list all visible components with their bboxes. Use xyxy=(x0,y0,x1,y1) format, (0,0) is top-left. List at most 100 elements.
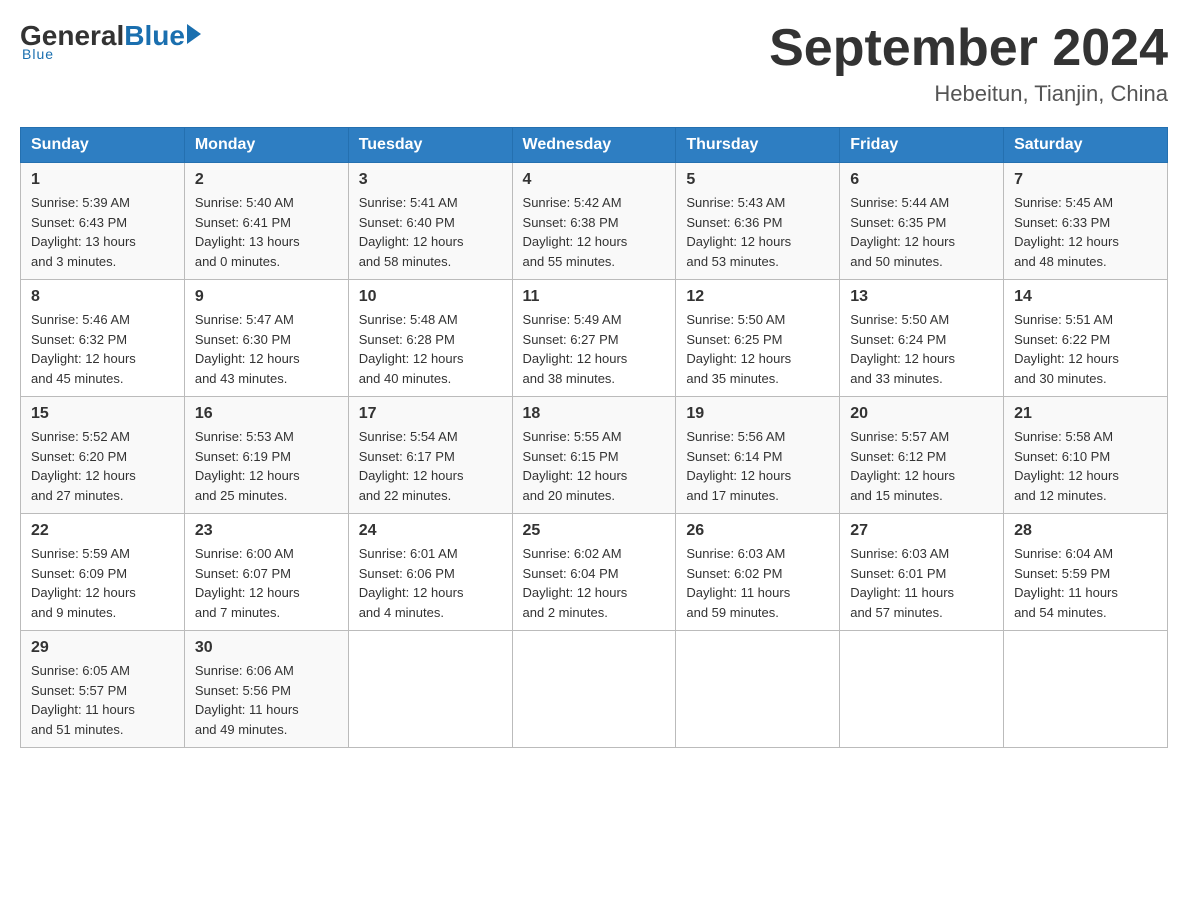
day-info: Sunrise: 5:50 AMSunset: 6:24 PMDaylight:… xyxy=(850,312,955,386)
day-info: Sunrise: 6:06 AMSunset: 5:56 PMDaylight:… xyxy=(195,663,299,737)
day-number: 12 xyxy=(686,288,829,306)
calendar-week-row: 22 Sunrise: 5:59 AMSunset: 6:09 PMDaylig… xyxy=(21,514,1168,631)
calendar-cell: 14 Sunrise: 5:51 AMSunset: 6:22 PMDaylig… xyxy=(1004,280,1168,397)
calendar-cell: 22 Sunrise: 5:59 AMSunset: 6:09 PMDaylig… xyxy=(21,514,185,631)
calendar-cell: 2 Sunrise: 5:40 AMSunset: 6:41 PMDayligh… xyxy=(184,163,348,280)
day-number: 11 xyxy=(523,288,666,306)
calendar-week-row: 15 Sunrise: 5:52 AMSunset: 6:20 PMDaylig… xyxy=(21,397,1168,514)
calendar-cell: 3 Sunrise: 5:41 AMSunset: 6:40 PMDayligh… xyxy=(348,163,512,280)
day-info: Sunrise: 5:52 AMSunset: 6:20 PMDaylight:… xyxy=(31,429,136,503)
day-number: 3 xyxy=(359,171,502,189)
col-header-monday: Monday xyxy=(184,128,348,163)
calendar-cell xyxy=(512,631,676,748)
title-block: September 2024 Hebeitun, Tianjin, China xyxy=(769,20,1168,107)
calendar-table: SundayMondayTuesdayWednesdayThursdayFrid… xyxy=(20,127,1168,748)
day-number: 28 xyxy=(1014,522,1157,540)
calendar-cell: 19 Sunrise: 5:56 AMSunset: 6:14 PMDaylig… xyxy=(676,397,840,514)
day-info: Sunrise: 6:03 AMSunset: 6:02 PMDaylight:… xyxy=(686,546,790,620)
calendar-cell xyxy=(840,631,1004,748)
calendar-cell: 4 Sunrise: 5:42 AMSunset: 6:38 PMDayligh… xyxy=(512,163,676,280)
day-info: Sunrise: 5:44 AMSunset: 6:35 PMDaylight:… xyxy=(850,195,955,269)
calendar-cell: 24 Sunrise: 6:01 AMSunset: 6:06 PMDaylig… xyxy=(348,514,512,631)
col-header-wednesday: Wednesday xyxy=(512,128,676,163)
calendar-cell: 16 Sunrise: 5:53 AMSunset: 6:19 PMDaylig… xyxy=(184,397,348,514)
calendar-cell: 8 Sunrise: 5:46 AMSunset: 6:32 PMDayligh… xyxy=(21,280,185,397)
day-info: Sunrise: 6:02 AMSunset: 6:04 PMDaylight:… xyxy=(523,546,628,620)
col-header-saturday: Saturday xyxy=(1004,128,1168,163)
day-number: 7 xyxy=(1014,171,1157,189)
calendar-week-row: 29 Sunrise: 6:05 AMSunset: 5:57 PMDaylig… xyxy=(21,631,1168,748)
calendar-cell: 23 Sunrise: 6:00 AMSunset: 6:07 PMDaylig… xyxy=(184,514,348,631)
day-number: 17 xyxy=(359,405,502,423)
day-info: Sunrise: 6:01 AMSunset: 6:06 PMDaylight:… xyxy=(359,546,464,620)
col-header-tuesday: Tuesday xyxy=(348,128,512,163)
day-number: 30 xyxy=(195,639,338,657)
calendar-cell xyxy=(676,631,840,748)
calendar-cell: 6 Sunrise: 5:44 AMSunset: 6:35 PMDayligh… xyxy=(840,163,1004,280)
calendar-cell: 10 Sunrise: 5:48 AMSunset: 6:28 PMDaylig… xyxy=(348,280,512,397)
day-number: 19 xyxy=(686,405,829,423)
calendar-cell: 15 Sunrise: 5:52 AMSunset: 6:20 PMDaylig… xyxy=(21,397,185,514)
day-info: Sunrise: 5:43 AMSunset: 6:36 PMDaylight:… xyxy=(686,195,791,269)
calendar-week-row: 1 Sunrise: 5:39 AMSunset: 6:43 PMDayligh… xyxy=(21,163,1168,280)
day-info: Sunrise: 5:42 AMSunset: 6:38 PMDaylight:… xyxy=(523,195,628,269)
day-number: 27 xyxy=(850,522,993,540)
col-header-thursday: Thursday xyxy=(676,128,840,163)
calendar-cell: 17 Sunrise: 5:54 AMSunset: 6:17 PMDaylig… xyxy=(348,397,512,514)
day-number: 23 xyxy=(195,522,338,540)
day-number: 1 xyxy=(31,171,174,189)
calendar-cell: 13 Sunrise: 5:50 AMSunset: 6:24 PMDaylig… xyxy=(840,280,1004,397)
calendar-cell: 5 Sunrise: 5:43 AMSunset: 6:36 PMDayligh… xyxy=(676,163,840,280)
calendar-cell: 18 Sunrise: 5:55 AMSunset: 6:15 PMDaylig… xyxy=(512,397,676,514)
day-number: 4 xyxy=(523,171,666,189)
page-header: General Blue Blue September 2024 Hebeitu… xyxy=(20,20,1168,107)
day-info: Sunrise: 5:58 AMSunset: 6:10 PMDaylight:… xyxy=(1014,429,1119,503)
calendar-cell: 30 Sunrise: 6:06 AMSunset: 5:56 PMDaylig… xyxy=(184,631,348,748)
calendar-subtitle: Hebeitun, Tianjin, China xyxy=(769,81,1168,107)
day-number: 25 xyxy=(523,522,666,540)
day-number: 8 xyxy=(31,288,174,306)
day-number: 13 xyxy=(850,288,993,306)
day-number: 2 xyxy=(195,171,338,189)
calendar-cell xyxy=(348,631,512,748)
day-info: Sunrise: 5:49 AMSunset: 6:27 PMDaylight:… xyxy=(523,312,628,386)
calendar-title: September 2024 xyxy=(769,20,1168,77)
day-number: 15 xyxy=(31,405,174,423)
calendar-cell: 21 Sunrise: 5:58 AMSunset: 6:10 PMDaylig… xyxy=(1004,397,1168,514)
col-header-sunday: Sunday xyxy=(21,128,185,163)
day-info: Sunrise: 5:48 AMSunset: 6:28 PMDaylight:… xyxy=(359,312,464,386)
day-number: 24 xyxy=(359,522,502,540)
day-info: Sunrise: 5:54 AMSunset: 6:17 PMDaylight:… xyxy=(359,429,464,503)
day-info: Sunrise: 5:50 AMSunset: 6:25 PMDaylight:… xyxy=(686,312,791,386)
day-info: Sunrise: 5:45 AMSunset: 6:33 PMDaylight:… xyxy=(1014,195,1119,269)
day-number: 20 xyxy=(850,405,993,423)
day-number: 6 xyxy=(850,171,993,189)
day-info: Sunrise: 6:03 AMSunset: 6:01 PMDaylight:… xyxy=(850,546,954,620)
day-info: Sunrise: 5:56 AMSunset: 6:14 PMDaylight:… xyxy=(686,429,791,503)
day-number: 16 xyxy=(195,405,338,423)
logo-arrow-icon xyxy=(187,24,201,44)
calendar-header-row: SundayMondayTuesdayWednesdayThursdayFrid… xyxy=(21,128,1168,163)
calendar-cell: 27 Sunrise: 6:03 AMSunset: 6:01 PMDaylig… xyxy=(840,514,1004,631)
calendar-cell: 28 Sunrise: 6:04 AMSunset: 5:59 PMDaylig… xyxy=(1004,514,1168,631)
day-info: Sunrise: 5:51 AMSunset: 6:22 PMDaylight:… xyxy=(1014,312,1119,386)
day-info: Sunrise: 6:00 AMSunset: 6:07 PMDaylight:… xyxy=(195,546,300,620)
day-number: 22 xyxy=(31,522,174,540)
day-number: 10 xyxy=(359,288,502,306)
day-info: Sunrise: 5:53 AMSunset: 6:19 PMDaylight:… xyxy=(195,429,300,503)
day-number: 5 xyxy=(686,171,829,189)
col-header-friday: Friday xyxy=(840,128,1004,163)
calendar-cell: 9 Sunrise: 5:47 AMSunset: 6:30 PMDayligh… xyxy=(184,280,348,397)
day-info: Sunrise: 5:59 AMSunset: 6:09 PMDaylight:… xyxy=(31,546,136,620)
logo-underline: Blue xyxy=(22,46,201,62)
calendar-cell: 11 Sunrise: 5:49 AMSunset: 6:27 PMDaylig… xyxy=(512,280,676,397)
day-info: Sunrise: 6:04 AMSunset: 5:59 PMDaylight:… xyxy=(1014,546,1118,620)
day-info: Sunrise: 5:40 AMSunset: 6:41 PMDaylight:… xyxy=(195,195,300,269)
calendar-cell: 26 Sunrise: 6:03 AMSunset: 6:02 PMDaylig… xyxy=(676,514,840,631)
calendar-cell xyxy=(1004,631,1168,748)
calendar-week-row: 8 Sunrise: 5:46 AMSunset: 6:32 PMDayligh… xyxy=(21,280,1168,397)
day-number: 18 xyxy=(523,405,666,423)
calendar-cell: 29 Sunrise: 6:05 AMSunset: 5:57 PMDaylig… xyxy=(21,631,185,748)
calendar-cell: 12 Sunrise: 5:50 AMSunset: 6:25 PMDaylig… xyxy=(676,280,840,397)
calendar-cell: 25 Sunrise: 6:02 AMSunset: 6:04 PMDaylig… xyxy=(512,514,676,631)
